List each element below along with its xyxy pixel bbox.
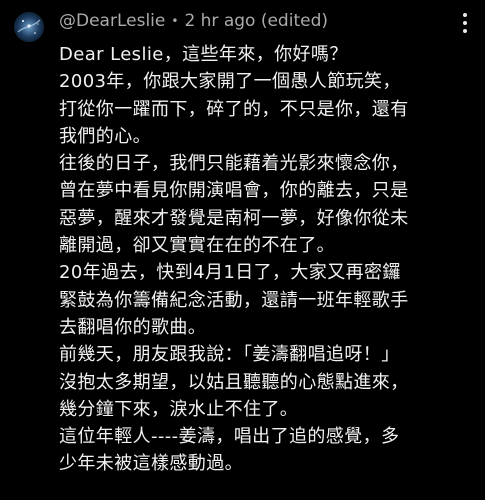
comment-text-line: 緊鼓為你籌備紀念活動，還請一班年輕歌手 [59,289,409,311]
comment-text-line: 2003年，你跟大家開了一個愚人節玩笑， [59,71,401,93]
comment-text-line: 沒抱太多期望，以姑且聽聽的心態點進來， [59,371,409,393]
avatar[interactable] [14,12,44,42]
comment-text-line: 這位年輕人----姜濤，唱出了追的感覺，多 [59,426,400,448]
comment-text-line: 離開過，卻又實實在在的不在了。 [59,235,335,257]
more-actions-button[interactable] [455,10,475,36]
more-vertical-icon [463,21,467,25]
comment-text-line: 惡夢，醒來才發覺是南柯一夢，好像你從未 [59,207,409,229]
more-vertical-icon [463,13,467,17]
comment-text-line: 幾分鐘下來，淚水止不住了。 [59,398,299,420]
comment-header: @DearLeslie • 2 hr ago (edited) [59,9,328,33]
comment-body: Dear Leslie，這些年來，你好嗎？ 2003年，你跟大家開了一個愚人節玩… [59,41,479,478]
comment-text-line: 往後的日子，我們只能藉着光影來懷念你， [59,153,409,175]
comment-text-line: Dear Leslie，這些年來，你好嗎？ [59,44,348,65]
meta-separator: • [171,14,179,28]
comment-thread: @DearLeslie • 2 hr ago (edited) Dear Les… [0,0,485,500]
timestamp[interactable]: 2 hr ago (edited) [184,11,328,31]
comment-text-line: 前幾天，朋友跟我說：「姜濤翻唱追呀！」 [59,344,400,366]
comment-text-line: 20年過去，快到4月1日了，大家又再密鑼 [59,262,401,284]
comment-text-line: 打從你一躍而下，碎了的，不只是你，還有 [59,98,409,120]
comment-text-line: 去翻唱你的歌曲。 [59,316,207,338]
space-galaxy-avatar-icon [14,12,44,42]
more-vertical-icon [463,29,467,33]
comment-text-line: 我們的心。 [59,125,151,147]
comment-text-line: 少年未被這樣感動過。 [59,453,243,475]
comment-text-line: 曾在夢中看見你開演唱會，你的離去，只是 [59,180,409,202]
author-name[interactable]: @DearLeslie [59,11,165,31]
